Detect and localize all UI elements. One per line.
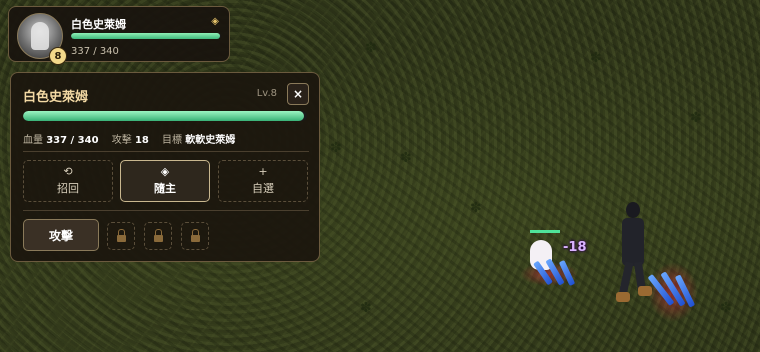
fern-decor: ✽	[470, 200, 482, 216]
damage-number: -18	[563, 240, 587, 255]
fern-decor: ✽	[590, 50, 602, 66]
pet-hp-bar	[71, 33, 221, 39]
slime-hp-bar	[530, 230, 560, 233]
lock-icon	[116, 228, 126, 242]
pet-name: 白色史萊姆	[71, 18, 126, 31]
mode-follow-label: 隨主	[154, 182, 176, 195]
mode-recall-label: 招回	[57, 182, 79, 195]
fern-decor: ✽	[360, 300, 372, 316]
player-head	[626, 202, 640, 218]
diamond-icon: ◈	[211, 16, 219, 27]
hp-label: 血量	[23, 135, 43, 146]
pet-hp-text: 337 / 340	[71, 46, 119, 57]
fern-decor: ✽	[400, 150, 412, 166]
mode-recall-button[interactable]: ⟲ 招回	[23, 160, 113, 202]
locked-skill-slot[interactable]	[144, 222, 172, 250]
pet-control-panel: 白色史萊姆 Lv.8 × 血量 337 / 340 攻擊 18 目標 軟軟史萊姆…	[10, 72, 320, 262]
divider	[23, 151, 309, 152]
fern-decor: ✽	[365, 40, 377, 56]
pet-level-badge: 8	[49, 47, 67, 65]
fern-decor: ✽	[720, 300, 732, 316]
recall-icon: ⟲	[63, 165, 73, 178]
mode-follow-button[interactable]: ◈ 隨主	[120, 160, 210, 202]
pet-stats: 血量 337 / 340 攻擊 18 目標 軟軟史萊姆	[23, 131, 245, 146]
locked-skill-slot[interactable]	[181, 222, 209, 250]
pet-hp-bar-fill	[71, 33, 220, 39]
divider	[23, 210, 309, 211]
player-character[interactable]	[612, 200, 660, 310]
pet-mini-card[interactable]: 8 白色史萊姆 ◈ 337 / 340	[8, 6, 230, 65]
mode-auto-label: 自選	[252, 182, 274, 195]
close-button[interactable]: ×	[287, 83, 309, 105]
panel-hp-bar	[23, 111, 307, 121]
player-body	[622, 218, 644, 266]
lock-icon	[190, 228, 200, 242]
locked-skill-slot[interactable]	[107, 222, 135, 250]
slime-portrait	[31, 22, 49, 50]
white-slime-sprite[interactable]	[520, 240, 578, 287]
panel-level: Lv.8	[256, 88, 277, 99]
mode-auto-button[interactable]: + 自選	[218, 160, 308, 202]
follow-icon: ◈	[160, 165, 170, 178]
panel-hp-bar-fill	[23, 111, 305, 121]
target-label: 目標	[162, 135, 183, 146]
attack-button[interactable]: 攻擊	[23, 219, 99, 251]
target-value: 軟軟史萊姆	[185, 135, 236, 146]
hp-value: 337 / 340	[46, 135, 99, 146]
attack-value: 18	[134, 135, 149, 146]
player-boot	[638, 286, 652, 296]
plus-icon: +	[258, 165, 268, 178]
player-boot	[616, 292, 630, 302]
fern-decor: ✽	[690, 110, 702, 126]
attack-label: 攻擊	[111, 135, 132, 146]
fern-decor: ✽	[330, 140, 342, 156]
lock-icon	[153, 228, 163, 242]
panel-title: 白色史萊姆	[23, 90, 89, 105]
